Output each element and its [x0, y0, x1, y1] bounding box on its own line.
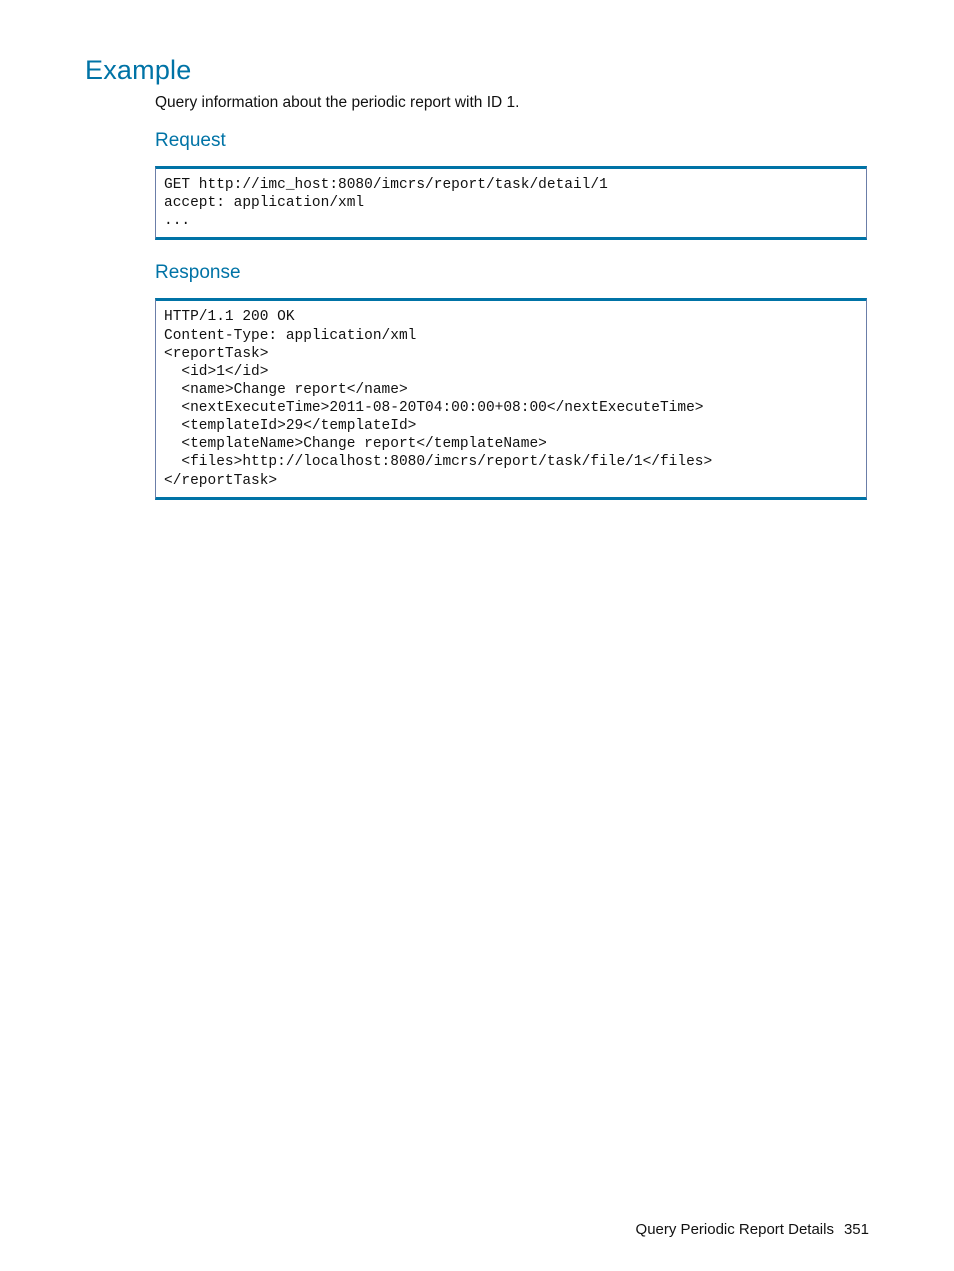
page-footer: Query Periodic Report Details 351: [636, 1221, 869, 1238]
request-code-block: GET http://imc_host:8080/imcrs/report/ta…: [155, 166, 867, 240]
example-heading: Example: [85, 55, 869, 86]
intro-text: Query information about the periodic rep…: [155, 94, 869, 112]
response-heading: Response: [155, 262, 869, 284]
request-heading: Request: [155, 130, 869, 152]
footer-title: Query Periodic Report Details: [636, 1221, 834, 1238]
footer-page-number: 351: [844, 1221, 869, 1238]
response-code-block: HTTP/1.1 200 OK Content-Type: applicatio…: [155, 298, 867, 499]
